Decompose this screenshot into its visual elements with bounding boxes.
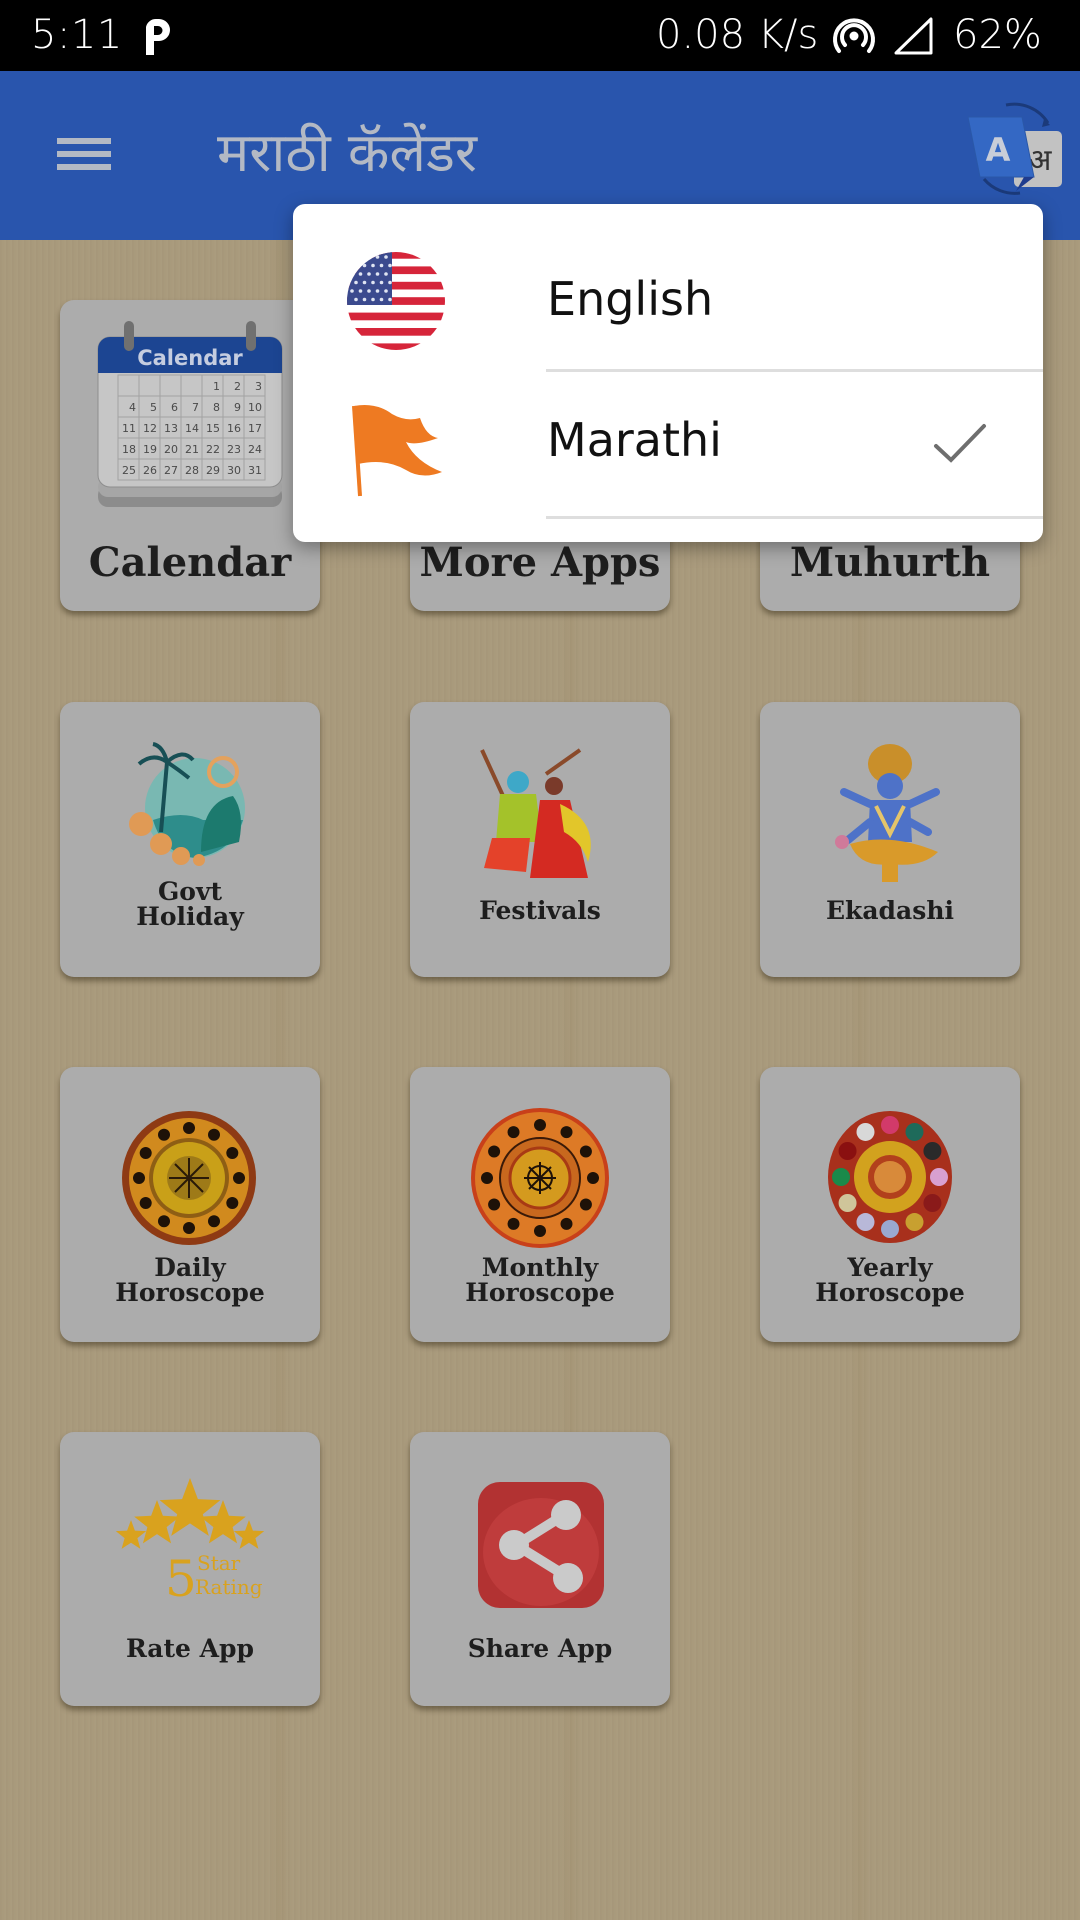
calendar-day: 31	[248, 464, 262, 477]
rating-number: 5	[165, 1550, 197, 1604]
tile-label: Daily Horoscope	[60, 1255, 320, 1305]
calendar-day: 9	[234, 401, 241, 414]
language-option-marathi[interactable]: Marathi	[293, 372, 1043, 518]
tile-label: Muhurth	[789, 539, 991, 586]
calendar-day: 16	[227, 422, 241, 435]
calendar-day: 2	[234, 380, 241, 393]
calendar-day: 20	[164, 443, 178, 456]
calendar-day: 10	[248, 401, 262, 414]
tile-yearly-horoscope[interactable]: Yearly Horoscope	[760, 1067, 1020, 1342]
tile-label-line: Horoscope	[815, 1278, 965, 1307]
calendar-day: 15	[206, 422, 220, 435]
five-star-rating-icon: 5 Star Rating	[115, 1478, 265, 1604]
share-icon	[478, 1482, 604, 1608]
calendar-day: 25	[122, 464, 136, 477]
tile-label-line: Holiday	[136, 902, 244, 931]
calendar-day: 17	[248, 422, 262, 435]
tile-label: Ekadashi	[825, 896, 954, 925]
calendar-day: 3	[255, 380, 262, 393]
tile-label-line: Monthly	[481, 1253, 599, 1282]
tile-label: Monthly Horoscope	[410, 1255, 670, 1305]
calendar-day: 6	[171, 401, 178, 414]
app-title: मराठी कॅलेंडर	[217, 121, 477, 184]
calendar-day: 12	[143, 422, 157, 435]
p-app-icon	[146, 18, 170, 55]
calendar-day: 14	[185, 422, 199, 435]
language-option-english[interactable]: English	[293, 226, 1043, 372]
hamburger-menu-icon[interactable]	[52, 129, 116, 179]
zodiac-wheel-orange-icon	[471, 1108, 609, 1248]
vishnu-deity-icon	[835, 744, 940, 882]
us-flag-icon	[347, 252, 445, 350]
tile-label-line: Horoscope	[465, 1278, 615, 1307]
tile-label: Festivals	[479, 896, 601, 925]
navagraha-wheel-icon	[828, 1111, 952, 1243]
calendar-day: 4	[129, 401, 136, 414]
calendar-day: 5	[150, 401, 157, 414]
checkmark-icon	[934, 424, 986, 463]
calendar-day: 23	[227, 443, 241, 456]
calendar-day: 29	[206, 464, 220, 477]
calendar-day: 7	[192, 401, 199, 414]
tile-label-line: Govt	[157, 877, 223, 906]
battery-percent: 62%	[953, 12, 1042, 58]
beach-holiday-icon	[129, 742, 245, 866]
translate-glyph-latin: A	[986, 131, 1011, 169]
calendar-day: 27	[164, 464, 178, 477]
tile-ekadashi[interactable]: Ekadashi	[760, 702, 1020, 977]
tile-label: Rate App	[125, 1634, 255, 1663]
language-label: English	[547, 272, 714, 326]
network-speed: 0.08 K/s	[656, 12, 819, 58]
status-time: 5:11	[31, 12, 123, 58]
tile-monthly-horoscope[interactable]: Monthly Horoscope	[410, 1067, 670, 1342]
calendar-day: 30	[227, 464, 241, 477]
tile-label: Govt Holiday	[60, 879, 320, 929]
calendar-day: 19	[143, 443, 157, 456]
calendar-day: 26	[143, 464, 157, 477]
calendar-day: 28	[185, 464, 199, 477]
calendar-day: 18	[122, 443, 136, 456]
tile-label: Yearly Horoscope	[760, 1255, 1020, 1305]
tile-share-app[interactable]: Share App	[410, 1432, 670, 1706]
tile-rate-app[interactable]: 5 Star Rating Rate App	[60, 1432, 320, 1706]
translate-icon[interactable]: अ A	[964, 97, 1064, 201]
calendar-day: 8	[213, 401, 220, 414]
tile-label-line: Horoscope	[115, 1278, 265, 1307]
zodiac-wheel-icon	[122, 1111, 256, 1245]
menu-divider	[546, 516, 1043, 519]
language-label: Marathi	[547, 413, 722, 467]
tile-festivals[interactable]: Festivals	[410, 702, 670, 977]
tile-label: Share App	[467, 1634, 613, 1663]
signal-icon	[894, 17, 933, 55]
calendar-icon: Calendar 1 2 34 5 6 7 8 9 1011 12 13 14 15 16 1718 19 20…	[97, 321, 283, 507]
tile-label-line: Yearly	[847, 1253, 933, 1282]
tile-calendar[interactable]: Calendar 1 2 3 4 5 6 7 8 9 10 11 12 13 14 15 16 17 18 19 20…	[60, 300, 320, 611]
tile-label: More Apps	[419, 539, 661, 586]
calendar-icon-header: Calendar	[137, 346, 243, 370]
tile-label-line: Daily	[154, 1253, 226, 1282]
status-bar: 5:11 0.08 K/s 62%	[0, 0, 1080, 71]
calendar-day: 1	[213, 380, 220, 393]
tile-daily-horoscope[interactable]: Daily Horoscope	[60, 1067, 320, 1342]
rating-word-rating: Rating	[195, 1575, 263, 1599]
hotspot-icon	[833, 18, 875, 53]
calendar-day: 21	[185, 443, 199, 456]
tile-govt-holiday[interactable]: Govt Holiday	[60, 702, 320, 977]
calendar-day: 24	[248, 443, 262, 456]
calendar-day: 11	[122, 422, 136, 435]
calendar-day: 22	[206, 443, 220, 456]
tile-label: Calendar	[88, 539, 292, 586]
rating-word-star: Star	[197, 1551, 241, 1575]
language-menu: English Marathi	[293, 204, 1043, 542]
calendar-day: 13	[164, 422, 178, 435]
dancers-festival-icon	[480, 748, 591, 878]
saffron-flag-icon	[352, 405, 442, 497]
